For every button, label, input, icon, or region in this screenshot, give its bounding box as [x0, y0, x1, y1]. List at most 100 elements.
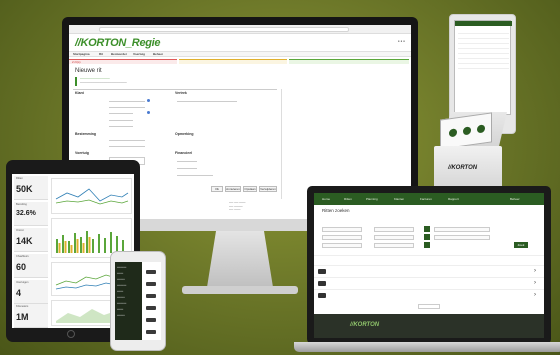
menu-item-rit[interactable]: Rit — [99, 53, 103, 57]
bestemming-adres-field[interactable] — [109, 138, 145, 141]
browser-toolbar — [69, 25, 411, 34]
calendar-icon[interactable] — [424, 226, 430, 232]
pagination[interactable] — [418, 304, 440, 309]
laptop-base — [294, 342, 560, 352]
app-logo: //KORTON_Regie — [75, 37, 161, 49]
kpi-value: 4 — [16, 288, 22, 298]
phone-menu-item[interactable]: ━━━━━ — [117, 296, 125, 299]
footer-logo: //KORTON — [350, 322, 380, 328]
kpi-label: Chauffeurs — [16, 255, 29, 258]
phone-menu-item[interactable]: ━━━━ — [117, 290, 123, 293]
main-menu: Startpagina Rit Bestuurder Voertuig Behe… — [69, 51, 411, 57]
phone-menu-item[interactable]: ━━━━━ — [117, 314, 125, 317]
klant-nummer-field[interactable] — [109, 105, 145, 108]
divider — [173, 89, 277, 90]
phone-menu-item[interactable]: ━━━━━━ — [117, 266, 126, 269]
search-field-5[interactable] — [374, 235, 414, 240]
car-icon — [146, 294, 156, 298]
nav-klanten[interactable]: Klanten — [394, 197, 404, 201]
menu-item-beheer[interactable]: Beheer — [153, 53, 163, 57]
kpi-value: 60 — [16, 262, 27, 272]
kpi-tile[interactable]: Kilometers 1M — [14, 304, 48, 328]
date-field-2[interactable] — [434, 235, 490, 240]
calendar-icon[interactable] — [424, 242, 430, 248]
chevron-right-icon[interactable]: › — [534, 292, 536, 298]
calendar-icon[interactable] — [424, 234, 430, 240]
phone-side-menu: ━━━━━━ ━━━━ ━━━━━ ━━━━━━ ━━━━ ━━━━━ ━━━━… — [115, 262, 142, 340]
bestemming-plaats-field[interactable] — [109, 144, 145, 147]
status-warning[interactable] — [179, 59, 287, 64]
klant-postcode-field[interactable] — [109, 111, 133, 114]
line-chart-panel[interactable] — [51, 178, 132, 214]
divider — [73, 89, 173, 90]
status-ok[interactable] — [289, 59, 409, 64]
info-notice: ────────────── ────────────────────── — [75, 77, 155, 86]
nav-ritten[interactable]: Ritten — [344, 197, 352, 201]
kiosk-topbar — [455, 21, 512, 26]
kpi-label: Voertuigen — [16, 281, 29, 284]
date-field-1[interactable] — [434, 227, 490, 232]
kpi-value: 50K — [16, 184, 33, 194]
kpi-tile[interactable]: Omzet 14K — [14, 228, 48, 252]
delete-button[interactable]: Verwijderen — [259, 186, 277, 192]
search-button[interactable]: Zoek — [514, 242, 528, 248]
top-links[interactable]: ● ● ● — [398, 39, 405, 43]
klant-email-field[interactable] — [109, 124, 133, 127]
nav-facturen[interactable]: Facturen — [420, 197, 432, 201]
kpi-tile[interactable]: Chauffeurs 60 — [14, 254, 48, 278]
phone-menu-item[interactable]: ━━━━ — [117, 272, 123, 275]
search-field-4[interactable] — [374, 227, 414, 232]
lookup-icon[interactable] — [147, 99, 150, 102]
laptop-screen: Home Ritten Planning Klanten Facturen Ra… — [314, 193, 544, 338]
tablet-home-button[interactable] — [67, 330, 75, 338]
kpi-value: 32.6% — [16, 210, 36, 217]
klant-telefoon-field[interactable] — [109, 118, 133, 121]
financieel-field[interactable] — [177, 159, 197, 162]
kpi-label: Omzet — [16, 229, 24, 232]
menu-item-startpagina[interactable]: Startpagina — [73, 53, 90, 57]
kiosk-screen — [454, 20, 512, 115]
page-title: Nieuwe rit — [75, 68, 102, 74]
vertrek-datum-field[interactable] — [177, 99, 237, 102]
phone-menu-item[interactable]: ━━━━ — [117, 308, 123, 311]
menu-item-voertuig[interactable]: Voertuig — [133, 53, 145, 57]
search-field-3[interactable] — [322, 243, 362, 248]
chevron-right-icon[interactable]: › — [534, 268, 536, 274]
lookup-icon[interactable] — [147, 111, 150, 114]
chevron-right-icon[interactable]: › — [534, 280, 536, 286]
search-field-6[interactable] — [374, 243, 414, 248]
save-button[interactable]: Opslaan — [243, 186, 257, 192]
laptop-page-title: Ritten zoeken — [322, 208, 350, 213]
nav-home[interactable]: Home — [322, 197, 330, 201]
car-icon — [318, 293, 326, 298]
nav-beheer[interactable]: Beheer — [510, 197, 520, 201]
status-alert[interactable]: 2 rit(s) — [69, 59, 177, 64]
search-field-2[interactable] — [322, 235, 362, 240]
table-row[interactable]: › — [314, 289, 544, 302]
phone-menu-item[interactable]: ━━━━━━ — [117, 302, 126, 305]
cancel-button[interactable]: Annuleren — [225, 186, 241, 192]
kpi-tile[interactable]: Bezetting 32.6% — [14, 202, 48, 226]
address-bar[interactable] — [99, 27, 349, 32]
ok-button[interactable]: Ok — [211, 186, 223, 192]
kpi-tile[interactable]: Voertuigen 4 — [14, 280, 48, 304]
nav-planning[interactable]: Planning — [366, 197, 378, 201]
nav-rapport[interactable]: Rapport — [448, 197, 459, 201]
kpi-tile[interactable]: Ritten 50K — [14, 176, 48, 200]
phone-menu-item[interactable]: ━━━━━ — [117, 278, 125, 281]
klant-naam-field[interactable] — [109, 99, 145, 102]
search-field-1[interactable] — [322, 227, 362, 232]
financieel-field[interactable] — [177, 173, 213, 176]
car-icon — [146, 330, 156, 334]
kiosk-list[interactable] — [458, 29, 509, 109]
kiosk-button-icon[interactable] — [477, 124, 485, 134]
laptop-navbar: Home Ritten Planning Klanten Facturen Ra… — [314, 193, 544, 205]
kiosk-button-icon[interactable] — [449, 128, 457, 138]
menu-item-bestuurder[interactable]: Bestuurder — [111, 53, 127, 57]
car-icon — [146, 282, 156, 286]
kiosk-button-icon[interactable] — [463, 126, 471, 136]
desktop-monitor-foot — [182, 286, 298, 294]
financieel-field[interactable] — [177, 166, 197, 169]
footer-info: ── ── ─── ── ──── ── ─── — [229, 201, 246, 212]
phone-menu-item[interactable]: ━━━━━━ — [117, 284, 126, 287]
